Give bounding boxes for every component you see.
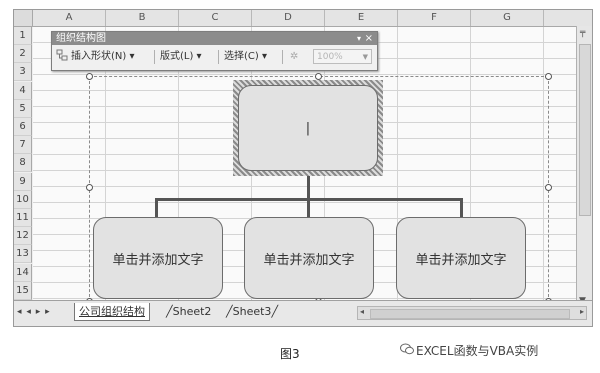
column-header[interactable]: G: [471, 10, 544, 26]
vertical-scroll-thumb[interactable]: [579, 44, 591, 216]
subordinate-box-3[interactable]: 单击并添加文字: [396, 217, 526, 299]
toolbar-title: 组织结构图: [56, 33, 106, 44]
resize-handle[interactable]: [545, 184, 552, 191]
sheet-nav-arrows[interactable]: ◂ ◂ ▸ ▸: [17, 307, 51, 317]
column-header[interactable]: E: [325, 10, 398, 26]
row-header[interactable]: 8: [14, 154, 32, 173]
connector-right: [460, 198, 463, 218]
row-header[interactable]: 15: [14, 281, 32, 300]
figure-caption: 图3: [280, 347, 300, 361]
org-chart-diagram[interactable]: | 单击并添加文字 单击并添加文字 单击并添加文字: [86, 73, 552, 305]
horizontal-scroll-thumb[interactable]: [370, 309, 570, 319]
toolbar-options-icon[interactable]: ▾: [357, 32, 361, 45]
resize-handle[interactable]: [545, 73, 552, 80]
toolbar-separator: [282, 50, 283, 64]
split-box-icon[interactable]: ╤: [580, 28, 585, 38]
subordinate-box-1[interactable]: 单击并添加文字: [93, 217, 223, 299]
subordinate-box-text: 单击并添加文字: [415, 252, 507, 268]
connector-left: [155, 198, 158, 218]
top-position-box[interactable]: |: [238, 85, 378, 171]
layout-button[interactable]: 版式(L) ▾: [160, 49, 202, 65]
row-header[interactable]: 9: [14, 172, 32, 191]
excel-window: ABCDEFG 123456789101112131415 ╤ ▼ | 单击并添…: [13, 9, 593, 327]
top-box-text: |: [305, 120, 311, 136]
insert-shape-icon: [56, 49, 68, 65]
row-header[interactable]: 10: [14, 190, 32, 209]
row-header[interactable]: 12: [14, 227, 32, 246]
row-header[interactable]: 7: [14, 136, 32, 155]
column-header[interactable]: D: [252, 10, 325, 26]
tab-sheet3[interactable]: ╱Sheet3╱: [222, 303, 282, 320]
row-header[interactable]: 6: [14, 118, 32, 136]
connector-middle: [307, 198, 310, 218]
subordinate-box-text: 单击并添加文字: [112, 252, 204, 268]
close-icon[interactable]: ×: [365, 32, 373, 45]
wechat-icon: [400, 343, 414, 355]
connector-vertical-top: [307, 176, 310, 200]
toolbar-separator: [218, 50, 219, 64]
toolbar-titlebar[interactable]: 组织结构图 ▾ ×: [52, 32, 377, 45]
row-header[interactable]: 4: [14, 81, 32, 100]
scroll-right-icon[interactable]: ▸: [580, 307, 584, 316]
column-header[interactable]: B: [106, 10, 179, 26]
vertical-scrollbar[interactable]: ╤ ▼: [576, 26, 592, 310]
resize-handle[interactable]: [86, 73, 93, 80]
column-header[interactable]: C: [179, 10, 252, 26]
resize-handle[interactable]: [86, 184, 93, 191]
resize-handle[interactable]: [315, 73, 322, 80]
watermark: EXCEL函数与VBA实例: [416, 344, 539, 358]
column-header[interactable]: A: [33, 10, 106, 26]
zoom-combo[interactable]: 100% ▼: [313, 49, 372, 64]
row-header[interactable]: 13: [14, 245, 32, 264]
row-header[interactable]: 3: [14, 63, 32, 82]
tab-sheet2[interactable]: ╱Sheet2: [162, 303, 215, 320]
sheet-tab-bar: ◂ ◂ ▸ ▸ 公司组织结构 ╱Sheet2 ╱Sheet3╱ ◂ ▸: [14, 300, 592, 326]
autoformat-icon[interactable]: ✲: [290, 49, 298, 65]
row-header[interactable]: 2: [14, 45, 32, 64]
select-all-corner[interactable]: [14, 10, 33, 26]
org-chart-toolbar[interactable]: 组织结构图 ▾ × 插入形状(N) ▾ 版式(L) ▾ 选择(C) ▾ ✲ 10…: [51, 31, 378, 71]
select-button[interactable]: 选择(C) ▾: [224, 49, 267, 65]
column-header[interactable]: F: [398, 10, 471, 26]
row-header[interactable]: 14: [14, 263, 32, 282]
subordinate-box-2[interactable]: 单击并添加文字: [244, 217, 374, 299]
horizontal-scrollbar[interactable]: ◂ ▸: [357, 306, 587, 320]
toolbar-separator: [154, 50, 155, 64]
scroll-left-icon[interactable]: ◂: [360, 307, 364, 316]
insert-shape-button[interactable]: 插入形状(N) ▾: [71, 49, 135, 65]
row-header[interactable]: 11: [14, 209, 32, 227]
row-header[interactable]: 1: [14, 27, 32, 45]
subordinate-box-text: 单击并添加文字: [263, 252, 355, 268]
row-header[interactable]: 5: [14, 99, 32, 118]
tab-company-org[interactable]: 公司组织结构: [74, 303, 150, 321]
